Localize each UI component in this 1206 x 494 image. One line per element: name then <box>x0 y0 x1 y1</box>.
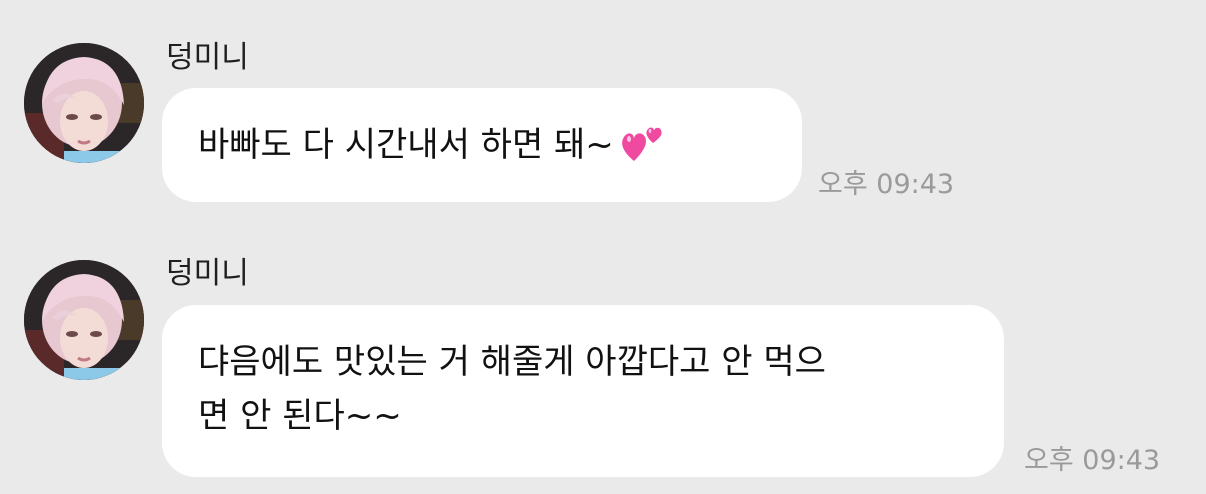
message-text-line: 면 안 된다~~ <box>198 396 402 436</box>
timestamp: 오후 09:43 <box>818 169 955 200</box>
message-text: 바빠도 다 시간내서 하면 돼~ <box>198 125 614 165</box>
avatar[interactable] <box>24 260 144 380</box>
two-hearts-icon <box>621 127 662 161</box>
profile-photo <box>24 260 144 380</box>
timestamp: 오후 09:43 <box>1024 445 1161 476</box>
sender-name: 덩미니 <box>166 256 249 291</box>
message-text-line: 댜음에도 맛있는 거 해줄게 아깝다고 안 먹으 <box>198 342 826 382</box>
sender-name: 덩미니 <box>166 40 249 75</box>
avatar[interactable] <box>24 43 144 163</box>
message-bubble[interactable]: 댜음에도 맛있는 거 해줄게 아깝다고 안 먹으 면 안 된다~~ <box>162 305 1004 477</box>
profile-photo <box>24 43 144 163</box>
message-bubble[interactable]: 바빠도 다 시간내서 하면 돼~ <box>162 88 802 202</box>
